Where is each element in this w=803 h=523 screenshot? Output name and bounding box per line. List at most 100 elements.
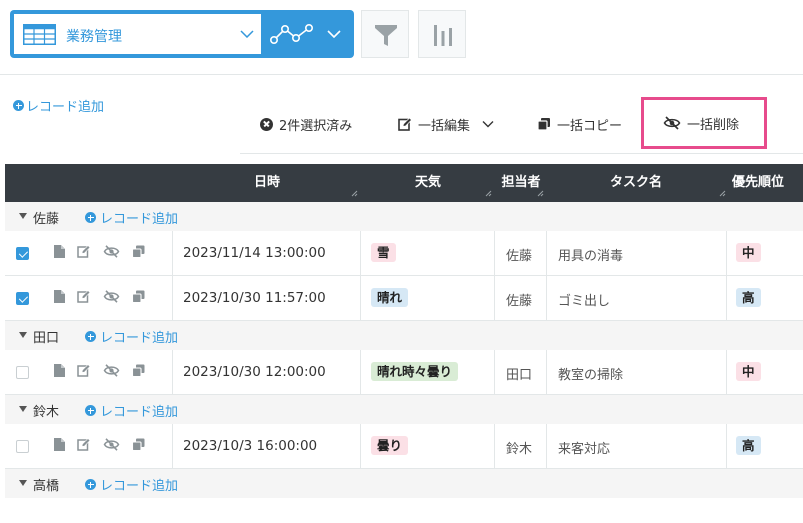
deselect-button[interactable]: 2件選択済み: [260, 98, 352, 150]
priority-badge: 高: [736, 436, 761, 455]
column-header-task[interactable]: タスク名: [547, 164, 725, 202]
weather-badge: 曇り: [371, 436, 409, 455]
divider: [0, 74, 803, 75]
person-cell: 佐藤: [495, 231, 547, 275]
document-icon[interactable]: [54, 245, 65, 258]
caret-down-icon[interactable]: [19, 480, 27, 486]
column-header-weather[interactable]: 天気: [361, 164, 495, 202]
resize-handle-icon[interactable]: [537, 190, 544, 197]
row-actions-cell: [5, 231, 173, 275]
row-action-icons: [54, 290, 145, 303]
eye-slash-icon[interactable]: [103, 245, 120, 258]
group-add-record-link[interactable]: レコード追加: [85, 327, 178, 346]
caret-down-icon[interactable]: [19, 332, 27, 338]
group-add-record-label: レコード追加: [100, 212, 179, 227]
eye-slash-icon[interactable]: [103, 364, 120, 377]
row-action-icons: [54, 245, 145, 258]
chevron-down-icon: [240, 30, 254, 38]
table-body: 佐藤 レコード追加 2023/11/14 13:00:00 雪佐藤 用具の消毒中 2023…: [5, 202, 803, 498]
document-icon[interactable]: [54, 364, 65, 377]
group-add-record-link[interactable]: レコード追加: [85, 401, 178, 420]
resize-handle-icon[interactable]: [485, 190, 492, 197]
task-value: 用具の消毒: [558, 249, 624, 264]
table-row: 2023/11/14 13:00:00 雪 佐藤 用具の消毒 中: [5, 231, 803, 276]
datetime-value: 2023/11/14 13:00:00: [183, 245, 326, 261]
table-row: 2023/10/30 11:57:00 晴れ 佐藤 ゴミ出し 高: [5, 276, 803, 321]
person-value: 田口: [506, 368, 533, 383]
table-view-icon: [23, 24, 56, 45]
view-selector[interactable]: 業務管理: [10, 10, 270, 58]
weather-badge: 雪: [371, 243, 396, 262]
priority-cell: 高: [727, 276, 803, 320]
priority-badge: 中: [736, 243, 761, 262]
add-record-label: レコード追加: [26, 100, 105, 115]
row-checkbox[interactable]: [16, 247, 29, 260]
task-value: ゴミ出し: [558, 294, 611, 309]
row-checkbox[interactable]: [16, 440, 29, 453]
graph-button[interactable]: [261, 10, 354, 58]
column-header-priority[interactable]: 優先順位: [727, 164, 803, 202]
datetime-value: 2023/10/30 11:57:00: [183, 290, 326, 306]
copy-icon: [537, 118, 550, 131]
row-checkbox[interactable]: [16, 366, 29, 379]
row-action-icons: [54, 438, 145, 451]
weather-cell: 晴れ: [361, 276, 495, 320]
resize-handle-icon[interactable]: [351, 190, 358, 197]
add-record-link[interactable]: レコード追加: [13, 96, 104, 115]
line-graph-icon: [269, 23, 313, 45]
bulk-delete-label: 一括削除: [687, 117, 740, 133]
filter-button[interactable]: [361, 10, 409, 58]
task-cell: 用具の消毒: [547, 231, 727, 275]
bulk-copy-label: 一括コピー: [557, 118, 623, 134]
chevron-down-icon: [482, 121, 494, 128]
weather-badge: 晴れ: [371, 288, 409, 307]
document-icon[interactable]: [54, 438, 65, 451]
priority-cell: 中: [727, 350, 803, 394]
bulk-copy-button[interactable]: 一括コピー: [537, 98, 622, 150]
view-selector-box[interactable]: 業務管理: [14, 14, 270, 54]
priority-badge: 高: [736, 288, 761, 307]
caret-down-icon[interactable]: [19, 213, 27, 219]
datetime-cell: 2023/10/30 12:00:00: [173, 350, 361, 394]
datetime-cell: 2023/11/14 13:00:00: [173, 231, 361, 275]
person-value: 佐藤: [506, 249, 533, 264]
copy-icon[interactable]: [132, 438, 145, 451]
group-add-record-link[interactable]: レコード追加: [85, 475, 178, 494]
copy-icon[interactable]: [132, 245, 145, 258]
group-add-record-label: レコード追加: [100, 331, 179, 346]
edit-icon[interactable]: [77, 290, 91, 303]
group-name: 田口: [33, 331, 60, 346]
task-value: 教室の掃除: [558, 368, 624, 383]
bulk-edit-label: 一括編集: [418, 118, 471, 134]
record-table: 日時 天気 担当者 タスク名 優先順位 佐藤 レコード追加 2023/11/14 1…: [5, 164, 803, 498]
group-row: 佐藤 レコード追加: [5, 202, 803, 231]
column-header-datetime[interactable]: 日時: [173, 164, 361, 202]
document-icon[interactable]: [54, 290, 65, 303]
eye-slash-icon[interactable]: [103, 438, 120, 451]
resize-handle-icon[interactable]: [719, 190, 726, 197]
edit-icon[interactable]: [77, 438, 91, 451]
caret-down-icon[interactable]: [19, 406, 27, 412]
edit-icon[interactable]: [77, 245, 91, 258]
datetime-cell: 2023/10/3 16:00:00: [173, 424, 361, 468]
bar-chart-icon: [434, 25, 452, 46]
copy-icon[interactable]: [132, 290, 145, 303]
edit-icon[interactable]: [77, 364, 91, 377]
group-add-record-link[interactable]: レコード追加: [85, 208, 178, 227]
weather-cell: 晴れ時々曇り: [361, 350, 495, 394]
row-action-icons: [54, 364, 145, 377]
task-value: 来客対応: [558, 442, 611, 457]
eye-slash-icon: [663, 116, 681, 130]
eye-slash-icon[interactable]: [103, 290, 120, 303]
bulk-delete-button[interactable]: 一括削除: [641, 97, 767, 149]
datetime-value: 2023/10/3 16:00:00: [183, 438, 318, 454]
priority-badge: 中: [736, 362, 761, 381]
copy-icon[interactable]: [132, 364, 145, 377]
bulk-edit-button[interactable]: 一括編集: [398, 98, 494, 150]
group-name: 鈴木: [33, 405, 60, 420]
row-checkbox[interactable]: [16, 292, 29, 305]
row-actions-cell: [5, 424, 173, 468]
group-row: 高橋 レコード追加: [5, 469, 803, 498]
chevron-down-icon: [327, 30, 341, 38]
graph-summary-button[interactable]: [418, 10, 466, 58]
